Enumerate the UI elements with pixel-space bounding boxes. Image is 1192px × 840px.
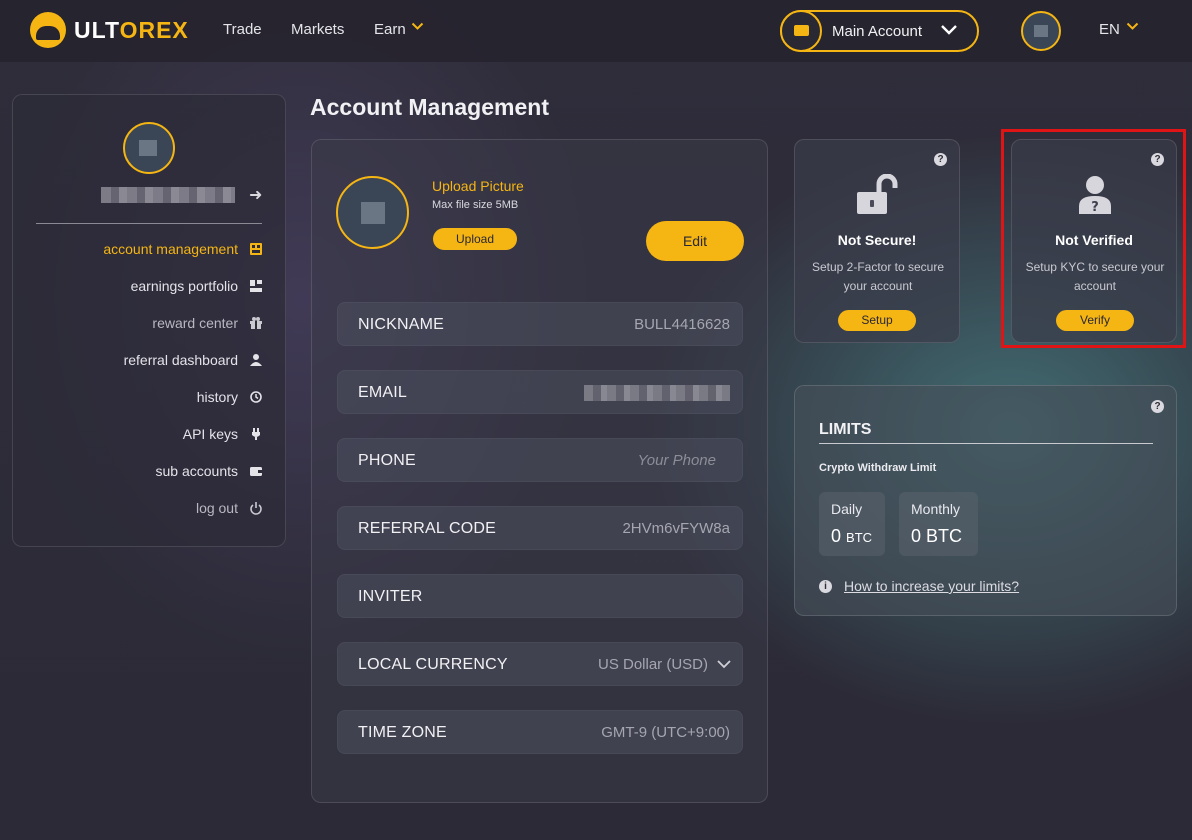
phone-field[interactable]: PHONE Your Phone xyxy=(337,438,743,482)
limits-card: ? LIMITS Crypto Withdraw Limit Daily 0 B… xyxy=(794,385,1177,616)
chevron-down-icon xyxy=(941,25,957,35)
phone-placeholder: Your Phone xyxy=(637,452,716,469)
monthly-limit-box: Monthly 0 BTC xyxy=(899,492,978,556)
sidebar-avatar xyxy=(123,122,175,174)
sidebar-item-label: history xyxy=(196,389,238,405)
chevron-down-icon xyxy=(717,660,731,669)
monthly-label: Monthly xyxy=(911,501,961,517)
sidebar-item-referral-dashboard[interactable]: referral dashboard xyxy=(124,350,263,370)
time-zone-value: GMT-9 (UTC+9:00) xyxy=(601,724,730,741)
dashboard-icon xyxy=(250,243,262,255)
two-factor-description: Setup 2-Factor to secure your account xyxy=(811,260,945,293)
local-currency-value: US Dollar (USD) xyxy=(597,656,708,673)
inviter-label: INVITER xyxy=(358,588,423,605)
two-factor-card: ? Not Secure! Setup 2-Factor to secure y… xyxy=(794,139,960,343)
wallet-icon xyxy=(780,10,822,52)
bull-logo-icon xyxy=(30,12,66,48)
verify-card-highlight xyxy=(1001,129,1186,348)
unlocked-padlock-icon xyxy=(857,174,898,214)
sidebar-item-label: referral dashboard xyxy=(123,352,238,368)
nav-trade[interactable]: Trade xyxy=(223,21,262,38)
nav-earn[interactable]: Earn xyxy=(374,21,406,38)
sidebar-item-label: sub accounts xyxy=(155,463,239,479)
daily-unit: BTC xyxy=(846,530,873,545)
sidebar-item-label: log out xyxy=(195,500,238,516)
not-secure-title: Not Secure! xyxy=(837,232,917,248)
increase-limits-link[interactable]: How to increase your limits? xyxy=(844,578,1019,594)
daily-limit-box: Daily 0 BTC xyxy=(819,492,885,556)
earn-chevron-down-icon[interactable] xyxy=(411,22,424,31)
help-icon[interactable]: ? xyxy=(1151,400,1164,413)
email-field[interactable]: EMAIL xyxy=(337,370,743,414)
sidebar-item-reward-center[interactable]: reward center xyxy=(152,313,263,333)
sidebar-item-log-out[interactable]: log out xyxy=(196,498,263,518)
daily-value: 0 xyxy=(831,526,842,546)
info-icon: i xyxy=(819,580,832,593)
account-selector[interactable]: Main Account xyxy=(780,10,979,52)
upload-button[interactable]: Upload xyxy=(433,228,517,250)
wallet-icon xyxy=(250,467,262,476)
setup-button[interactable]: Setup xyxy=(838,310,916,331)
sidebar-item-label: account management xyxy=(103,241,238,257)
account-selector-label: Main Account xyxy=(832,23,923,40)
history-icon xyxy=(250,391,262,403)
referral-code-value: 2HVm6vFYW8a xyxy=(622,520,730,537)
sidebar-divider xyxy=(36,223,262,224)
nickname-label: NICKNAME xyxy=(358,316,445,333)
portfolio-icon xyxy=(250,280,262,292)
language-chevron-down-icon[interactable] xyxy=(1126,22,1139,31)
edit-button[interactable]: Edit xyxy=(646,221,744,261)
limits-title: LIMITS xyxy=(819,421,872,438)
sidebar-item-label: earnings portfolio xyxy=(130,278,238,294)
inviter-field[interactable]: INVITER xyxy=(337,574,743,618)
username-redacted xyxy=(101,187,235,203)
crypto-withdraw-limit-label: Crypto Withdraw Limit xyxy=(819,462,937,474)
arrow-right-icon[interactable]: ➜ xyxy=(249,185,262,205)
referral-code-field[interactable]: REFERRAL CODE 2HVm6vFYW8a xyxy=(337,506,743,550)
ultorex-logo[interactable]: ULTOREX xyxy=(30,12,189,48)
sidebar-item-api-keys[interactable]: API keys xyxy=(183,424,263,444)
email-value-redacted xyxy=(584,385,730,401)
page-title: Account Management xyxy=(310,94,549,120)
daily-label: Daily xyxy=(831,501,863,517)
nickname-value: BULL4416628 xyxy=(634,316,730,333)
local-currency-label: LOCAL CURRENCY xyxy=(358,656,508,673)
top-navbar: ULTOREX Trade Markets Earn Main Account … xyxy=(0,0,1192,62)
gift-icon xyxy=(250,317,262,329)
email-label: EMAIL xyxy=(358,384,408,401)
upload-picture-title: Upload Picture xyxy=(432,178,524,194)
local-currency-select[interactable]: LOCAL CURRENCY US Dollar (USD) xyxy=(337,642,743,686)
help-icon[interactable]: ? xyxy=(934,153,947,166)
power-icon xyxy=(250,502,262,515)
sidebar-item-account-management[interactable]: account management xyxy=(103,239,263,259)
referral-code-label: REFERRAL CODE xyxy=(358,520,497,537)
nav-markets[interactable]: Markets xyxy=(291,21,344,38)
nickname-field[interactable]: NICKNAME BULL4416628 xyxy=(337,302,743,346)
limits-divider xyxy=(819,443,1153,444)
phone-label: PHONE xyxy=(358,452,416,469)
sidebar-item-earnings-portfolio[interactable]: earnings portfolio xyxy=(131,276,263,296)
max-file-size-note: Max file size 5MB xyxy=(432,199,519,211)
sidebar-item-label: API keys xyxy=(182,426,238,442)
language-selector[interactable]: EN xyxy=(1099,21,1120,38)
sidebar-item-label: reward center xyxy=(152,315,238,331)
profile-card: Upload Picture Max file size 5MB Upload … xyxy=(311,139,768,803)
logo-text-white: ULT xyxy=(74,16,120,43)
sidebar-item-history[interactable]: history xyxy=(197,387,263,407)
logo-text-yellow: OREX xyxy=(119,16,189,43)
plug-icon xyxy=(252,428,260,440)
sidebar: ➜ account management earnings portfolio … xyxy=(12,94,286,547)
profile-avatar xyxy=(336,176,409,249)
monthly-value: 0 BTC xyxy=(911,526,963,546)
sidebar-item-sub-accounts[interactable]: sub accounts xyxy=(156,461,264,481)
user-avatar[interactable] xyxy=(1021,11,1061,51)
users-icon xyxy=(250,354,262,366)
time-zone-label: TIME ZONE xyxy=(358,724,447,741)
time-zone-field[interactable]: TIME ZONE GMT-9 (UTC+9:00) xyxy=(337,710,743,754)
